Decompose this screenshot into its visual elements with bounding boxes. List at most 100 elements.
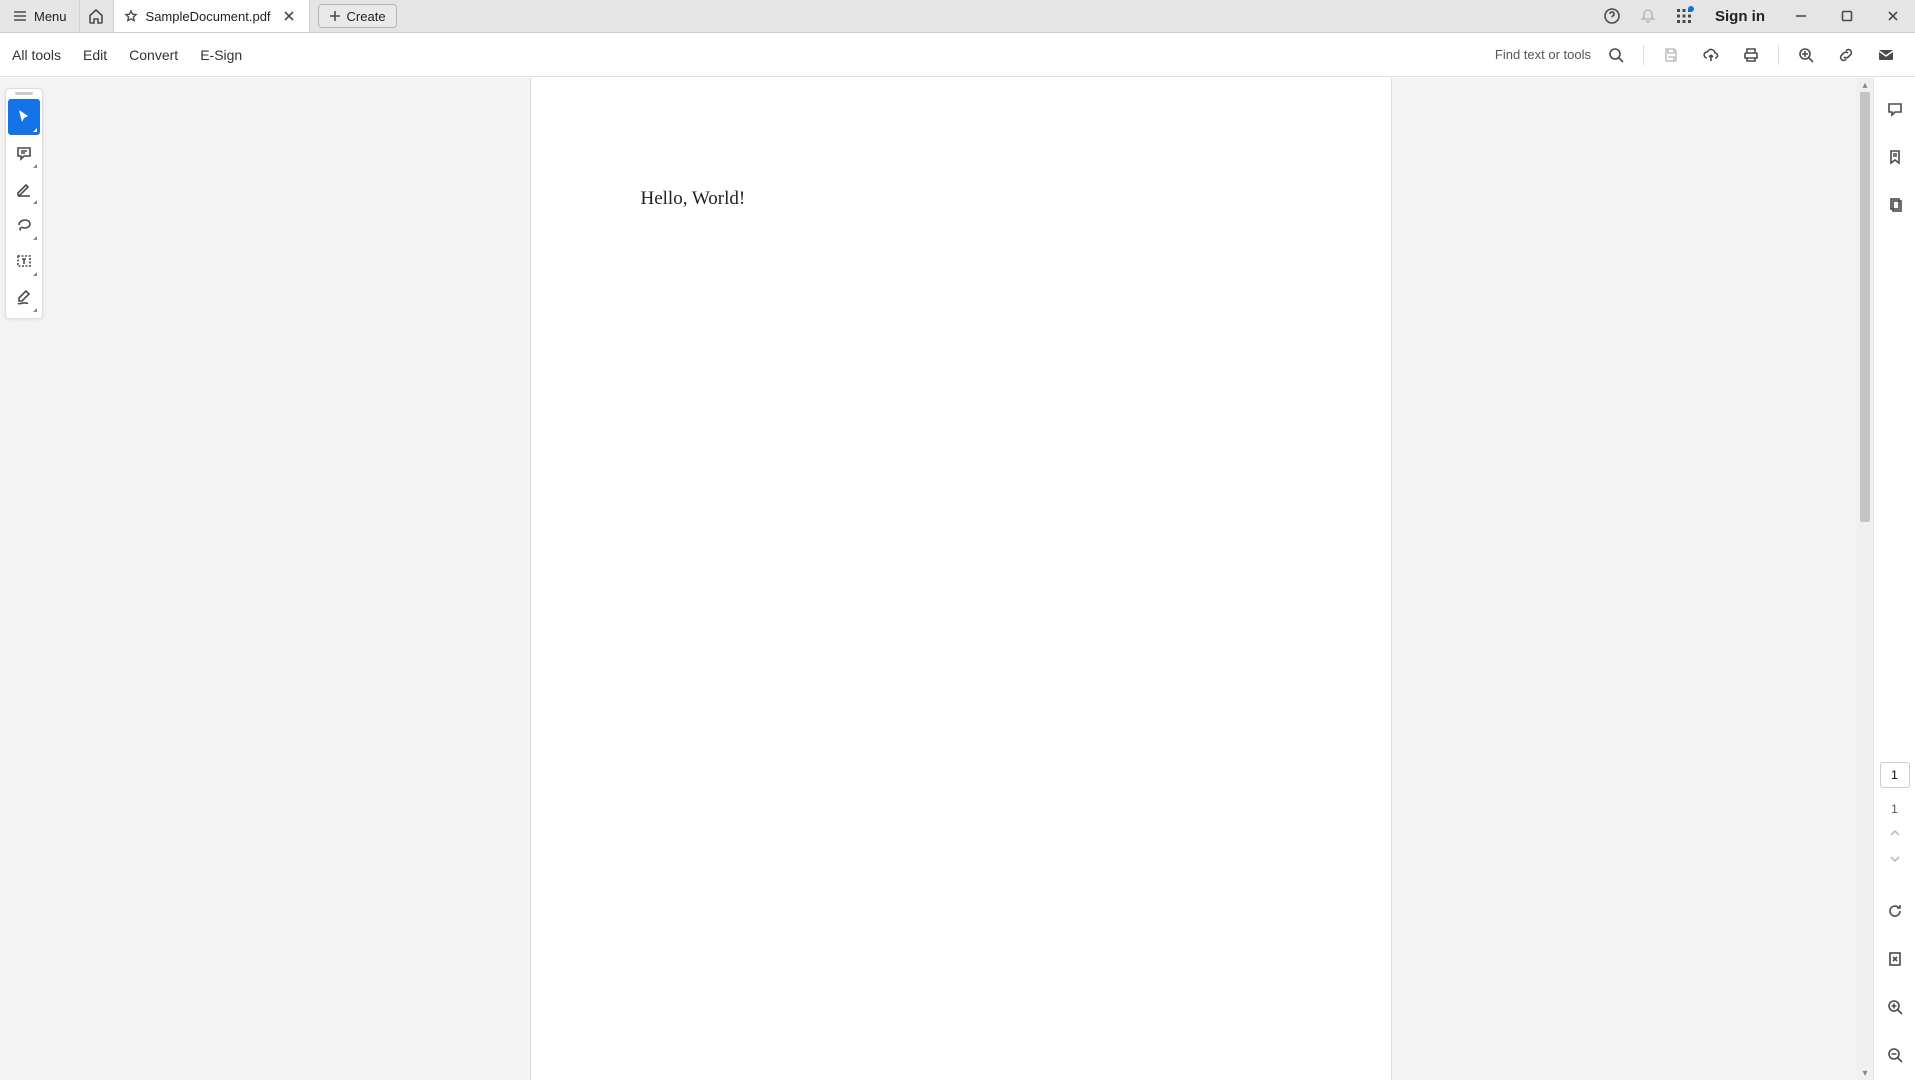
fill-sign-tool[interactable] xyxy=(8,279,40,315)
rotate-icon xyxy=(1886,902,1904,920)
comment-tool[interactable] xyxy=(8,135,40,171)
cursor-icon xyxy=(15,108,33,126)
window-minimize-button[interactable] xyxy=(1779,0,1823,33)
cloud-upload-icon xyxy=(1702,46,1720,64)
document-tab[interactable]: SampleDocument.pdf xyxy=(114,0,310,32)
tab-label: E-Sign xyxy=(200,47,242,63)
chevron-down-icon xyxy=(1889,853,1901,865)
expand-corner-icon xyxy=(33,272,37,276)
main-area: Hello, World! ▴ ▾ 1 xyxy=(0,78,1915,1080)
left-tool-rail xyxy=(0,78,48,1080)
sparkle-search-icon xyxy=(1797,46,1815,64)
page-up-button[interactable] xyxy=(1880,824,1910,842)
star-icon[interactable] xyxy=(124,9,138,23)
rotate-button[interactable] xyxy=(1880,896,1910,926)
scroll-thumb[interactable] xyxy=(1860,92,1870,522)
vertical-scrollbar[interactable]: ▴ ▾ xyxy=(1857,78,1873,1080)
expand-corner-icon xyxy=(33,128,37,132)
highlight-tool[interactable] xyxy=(8,171,40,207)
zoom-in-button[interactable] xyxy=(1880,992,1910,1022)
tab-edit[interactable]: Edit xyxy=(83,47,107,63)
chat-icon xyxy=(1886,100,1904,118)
chevron-up-icon xyxy=(1889,827,1901,839)
expand-corner-icon xyxy=(33,308,37,312)
menu-button[interactable]: Menu xyxy=(0,0,80,32)
print-button[interactable] xyxy=(1734,38,1768,72)
divider xyxy=(1643,45,1644,65)
quick-tools-panel xyxy=(5,88,43,319)
bookmarks-panel-button[interactable] xyxy=(1880,142,1910,172)
find-label: Find text or tools xyxy=(1495,47,1591,62)
tab-label: Edit xyxy=(83,47,107,63)
sign-in-label: Sign in xyxy=(1715,8,1765,25)
plus-icon xyxy=(329,10,341,22)
home-button[interactable] xyxy=(80,0,114,32)
scroll-up-button[interactable]: ▴ xyxy=(1857,78,1873,92)
current-page-input[interactable] xyxy=(1880,762,1910,788)
page-display-button[interactable] xyxy=(1880,944,1910,974)
sign-in-button[interactable]: Sign in xyxy=(1703,8,1777,25)
pages-icon xyxy=(1886,196,1904,214)
close-icon xyxy=(1887,10,1899,22)
link-icon xyxy=(1837,46,1855,64)
document-viewport: Hello, World! ▴ ▾ xyxy=(48,78,1873,1080)
expand-corner-icon xyxy=(33,164,37,168)
tab-label: Convert xyxy=(129,47,178,63)
title-bar: Menu SampleDocument.pdf Create xyxy=(0,0,1915,33)
signature-icon xyxy=(15,288,33,306)
apps-button[interactable] xyxy=(1667,0,1701,33)
help-button[interactable] xyxy=(1595,0,1629,33)
bookmark-icon xyxy=(1886,148,1904,166)
close-icon xyxy=(282,9,296,23)
upload-cloud-button[interactable] xyxy=(1694,38,1728,72)
zoom-out-button[interactable] xyxy=(1880,1040,1910,1070)
chevron-up-icon: ▴ xyxy=(1862,80,1867,91)
thumbnails-panel-button[interactable] xyxy=(1880,190,1910,220)
panel-grip[interactable] xyxy=(15,92,33,95)
scroll-track[interactable] xyxy=(1857,92,1873,1066)
home-icon xyxy=(87,7,105,25)
draw-tool[interactable] xyxy=(8,207,40,243)
minimize-icon xyxy=(1795,10,1807,22)
lasso-icon xyxy=(15,216,33,234)
comment-icon xyxy=(15,144,33,162)
tab-convert[interactable]: Convert xyxy=(129,47,178,63)
ai-assistant-button[interactable] xyxy=(1789,38,1823,72)
comments-panel-button[interactable] xyxy=(1880,94,1910,124)
tab-close-button[interactable] xyxy=(279,6,299,26)
create-button[interactable]: Create xyxy=(318,4,397,28)
menu-label: Menu xyxy=(34,9,67,24)
share-link-button[interactable] xyxy=(1829,38,1863,72)
share-email-button[interactable] xyxy=(1869,38,1903,72)
text-box-tool[interactable] xyxy=(8,243,40,279)
save-icon xyxy=(1662,46,1680,64)
page-nav-section: 1 xyxy=(1880,762,1910,868)
tab-esign[interactable]: E-Sign xyxy=(200,47,242,63)
document-text: Hello, World! xyxy=(641,188,1281,210)
expand-corner-icon xyxy=(33,200,37,204)
pdf-page[interactable]: Hello, World! xyxy=(531,78,1391,1080)
tab-label: All tools xyxy=(12,47,61,63)
document-scroll-area[interactable]: Hello, World! xyxy=(48,78,1873,1080)
page-fit-icon xyxy=(1886,950,1904,968)
zoom-in-icon xyxy=(1886,998,1904,1016)
find-button[interactable] xyxy=(1599,38,1633,72)
highlighter-icon xyxy=(15,180,33,198)
window-maximize-button[interactable] xyxy=(1825,0,1869,33)
help-icon xyxy=(1603,7,1621,25)
print-icon xyxy=(1742,46,1760,64)
notifications-button[interactable] xyxy=(1631,0,1665,33)
select-tool[interactable] xyxy=(8,99,40,135)
chevron-down-icon: ▾ xyxy=(1862,1068,1867,1079)
scroll-down-button[interactable]: ▾ xyxy=(1857,1066,1873,1080)
page-down-button[interactable] xyxy=(1880,850,1910,868)
save-button[interactable] xyxy=(1654,38,1688,72)
tab-all-tools[interactable]: All tools xyxy=(12,47,61,63)
zoom-out-icon xyxy=(1886,1046,1904,1064)
divider xyxy=(1778,45,1779,65)
text-box-icon xyxy=(15,252,33,270)
tab-title: SampleDocument.pdf xyxy=(146,9,271,24)
window-close-button[interactable] xyxy=(1871,0,1915,33)
mail-icon xyxy=(1877,46,1895,64)
expand-corner-icon xyxy=(33,236,37,240)
